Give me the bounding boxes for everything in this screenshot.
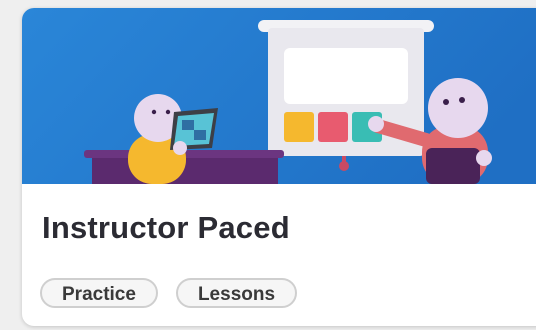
course-card[interactable]: Instructor Paced Practice Lessons xyxy=(22,8,536,326)
tag-practice[interactable]: Practice xyxy=(40,278,158,308)
tag-list: Practice Lessons xyxy=(40,278,298,308)
card-title: Instructor Paced xyxy=(42,210,290,245)
classroom-illustration xyxy=(22,8,536,184)
tag-lessons[interactable]: Lessons xyxy=(175,278,298,308)
